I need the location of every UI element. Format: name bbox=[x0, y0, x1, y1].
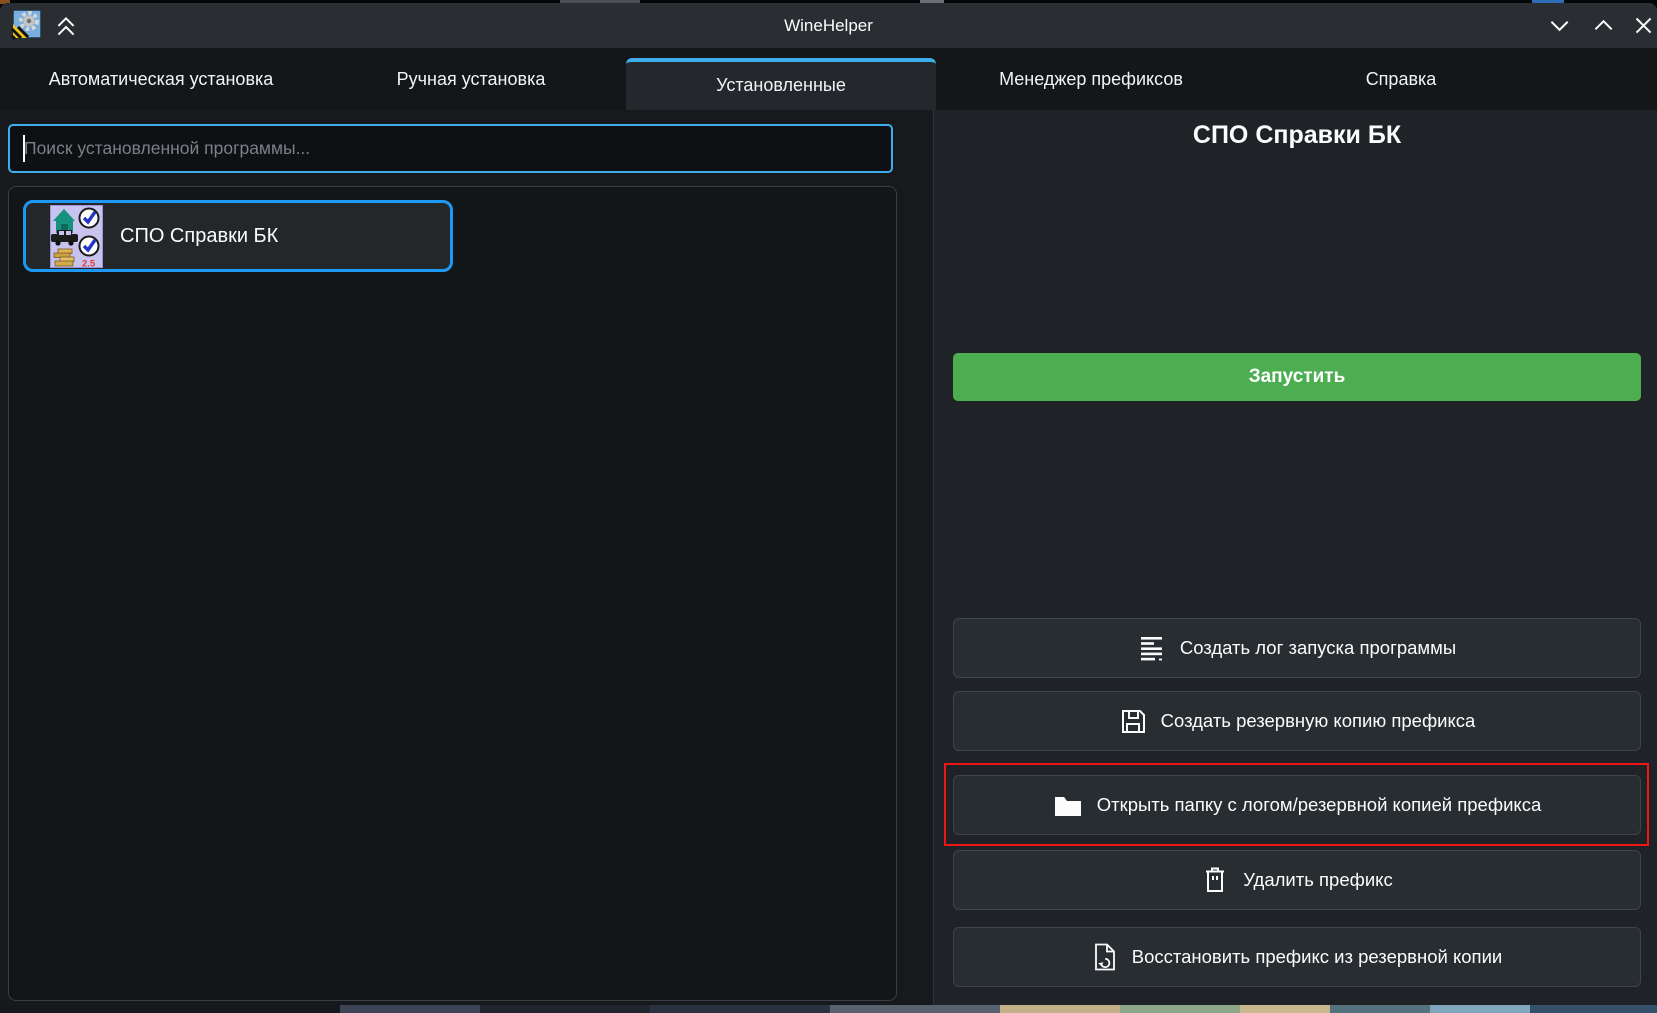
backup-prefix-button[interactable]: Создать резервную копию префикса bbox=[953, 691, 1641, 751]
backup-prefix-label: Создать резервную копию префикса bbox=[1161, 710, 1476, 732]
installed-tab-content: 2.5 СПО Справки БК СПО Справки БК Запуст… bbox=[0, 110, 1657, 1005]
desktop-fragment bbox=[1430, 1005, 1530, 1013]
minimize-icon[interactable] bbox=[1546, 12, 1572, 38]
floppy-save-icon bbox=[1119, 707, 1147, 735]
desktop-fragment bbox=[1120, 1005, 1240, 1013]
text-caret bbox=[23, 135, 25, 162]
restore-prefix-label: Восстановить префикс из резервной копии bbox=[1132, 946, 1503, 968]
tab-auto-install[interactable]: Автоматическая установка bbox=[6, 48, 316, 110]
program-icon-version: 2.5 bbox=[82, 258, 96, 268]
program-name: СПО Справки БК bbox=[120, 225, 278, 248]
close-icon[interactable] bbox=[1630, 12, 1656, 38]
winehelper-window: WineHelper Автоматическая установка Ручн… bbox=[0, 3, 1657, 1005]
folder-icon bbox=[1053, 792, 1083, 818]
program-icon: 2.5 bbox=[50, 205, 103, 268]
tab-help[interactable]: Справка bbox=[1246, 48, 1556, 110]
desktop-fragment bbox=[1330, 1005, 1430, 1013]
program-details-panel: СПО Справки БК Запустить Создать лог зап… bbox=[933, 110, 1657, 1005]
desktop-fragment bbox=[480, 1005, 650, 1013]
search-input[interactable] bbox=[8, 124, 893, 173]
open-folder-button[interactable]: Открыть папку с логом/резервной копией п… bbox=[953, 775, 1641, 835]
desktop-background-bottom bbox=[0, 1005, 1657, 1013]
open-folder-label: Открыть папку с логом/резервной копией п… bbox=[1097, 794, 1542, 816]
desktop-fragment bbox=[1000, 1005, 1120, 1013]
tab-prefix-manager[interactable]: Менеджер префиксов bbox=[936, 48, 1246, 110]
run-button[interactable]: Запустить bbox=[953, 353, 1641, 401]
restore-prefix-button[interactable]: Восстановить префикс из резервной копии bbox=[953, 927, 1641, 987]
desktop-fragment bbox=[650, 1005, 830, 1013]
selected-program-title: СПО Справки БК bbox=[953, 121, 1641, 161]
create-log-label: Создать лог запуска программы bbox=[1180, 637, 1456, 659]
desktop-fragment bbox=[830, 1005, 1000, 1013]
trash-icon bbox=[1201, 865, 1229, 895]
installed-programs-list: 2.5 СПО Справки БК bbox=[8, 186, 897, 1001]
desktop-fragment bbox=[340, 1005, 480, 1013]
tab-bar: Автоматическая установка Ручная установк… bbox=[0, 48, 1657, 110]
desktop-fragment bbox=[1530, 1005, 1657, 1013]
restore-document-icon bbox=[1092, 942, 1118, 972]
desktop-fragment bbox=[1240, 1005, 1330, 1013]
list-item-program[interactable]: 2.5 СПО Справки БК bbox=[23, 200, 453, 272]
log-lines-icon bbox=[1138, 633, 1166, 663]
create-log-button[interactable]: Создать лог запуска программы bbox=[953, 618, 1641, 678]
maximize-icon[interactable] bbox=[1590, 12, 1616, 38]
delete-prefix-label: Удалить префикс bbox=[1243, 869, 1392, 891]
tab-manual-install[interactable]: Ручная установка bbox=[316, 48, 626, 110]
desktop-fragment bbox=[0, 1005, 340, 1013]
delete-prefix-button[interactable]: Удалить префикс bbox=[953, 850, 1641, 910]
window-title: WineHelper bbox=[0, 3, 1657, 48]
tab-installed[interactable]: Установленные bbox=[626, 58, 936, 110]
titlebar[interactable]: WineHelper bbox=[0, 3, 1657, 48]
